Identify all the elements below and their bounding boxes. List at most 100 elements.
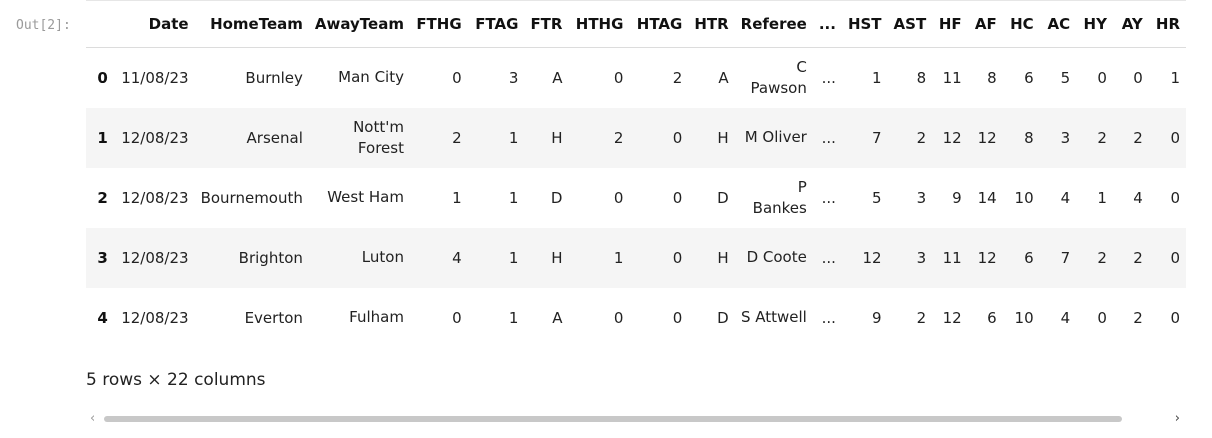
scroll-right-arrow-icon[interactable]: › [1175,410,1180,428]
cell-referee: C Pawson [750,57,807,97]
cell-ay: 0 [1133,68,1143,87]
column-header-ay: AY [1112,1,1149,48]
cell-hf: 11 [942,68,962,87]
cell-hthg: 0 [613,308,624,327]
column-header-hst: HST [841,1,888,48]
cell-ftag: 3 [508,68,519,87]
row-index: 3 [97,248,108,267]
column-header-awayteam: AwayTeam [308,1,410,48]
cell-hf: 12 [942,128,962,147]
cell-awayteam: West Ham [327,188,404,206]
cell-hthg: 1 [613,248,624,267]
cell-htag: 0 [672,188,683,207]
cell-hy: 1 [1097,188,1107,207]
cell-hc: 10 [1014,308,1034,327]
cell-hy: 2 [1097,248,1107,267]
column-header-hc: HC [1002,1,1040,48]
cell-date: 12/08/23 [121,308,189,327]
cell-hst: 9 [872,308,882,327]
row-index: 4 [97,308,108,327]
cell-date: 11/08/23 [121,68,189,87]
cell-ellipsis: ... [821,128,836,147]
cell-ast: 3 [916,188,927,207]
cell-hometeam: Brighton [238,248,303,267]
row-index: 2 [97,188,108,207]
cell-hc: 10 [1014,188,1034,207]
column-header-hr: HR [1148,1,1186,48]
column-header-referee: Referee [734,1,813,48]
cell-hometeam: Burnley [245,68,303,87]
cell-ftag: 1 [508,188,519,207]
column-header-hometeam: HomeTeam [194,1,309,48]
header-row: Date HomeTeam AwayTeam FTHG FTAG FTR HTH… [86,1,1186,48]
column-header-af: AF [967,1,1003,48]
table-row: 3 12/08/23 Brighton Luton 4 1 H 1 0 H D … [86,227,1186,288]
cell-ac: 7 [1060,248,1071,267]
cell-date: 12/08/23 [121,248,189,267]
cell-ellipsis: ... [821,188,836,207]
cell-ay: 2 [1133,128,1143,147]
cell-hometeam: Arsenal [246,128,303,147]
cell-fthg: 0 [452,68,462,87]
cell-htr: H [717,248,729,267]
column-header-date: Date [113,1,195,48]
cell-af: 14 [977,188,997,207]
column-header-ast: AST [887,1,933,48]
cell-hr: 1 [1170,68,1180,87]
cell-ay: 2 [1133,248,1143,267]
cell-ast: 8 [916,68,927,87]
column-header-hy: HY [1076,1,1113,48]
cell-ftr: A [552,68,563,87]
cell-ac: 4 [1060,188,1071,207]
cell-hometeam: Bournemouth [200,188,303,207]
cell-ac: 4 [1060,308,1071,327]
cell-ftag: 1 [508,308,519,327]
cell-af: 6 [987,308,997,327]
cell-awayteam: Luton [361,248,404,266]
cell-hst: 7 [872,128,882,147]
cell-referee: M Oliver [744,128,807,146]
cell-ac: 5 [1060,68,1071,87]
cell-hy: 2 [1097,128,1107,147]
output-prompt: Out[2]: [16,18,71,33]
column-header-htag: HTAG [629,1,689,48]
cell-hr: 0 [1170,128,1180,147]
cell-ftr: D [550,188,563,207]
cell-fthg: 2 [452,128,462,147]
cell-referee: P Bankes [752,177,807,217]
table-row: 4 12/08/23 Everton Fulham 0 1 A 0 0 D S … [86,288,1186,348]
cell-ellipsis: ... [821,68,836,87]
notebook-output-cell: Out[2]: Date HomeTeam AwayTeam FTHG FTAG… [0,0,1212,438]
column-header-index [86,1,114,48]
cell-htr: H [717,128,729,147]
cell-hf: 12 [942,308,962,327]
cell-ftag: 1 [508,248,519,267]
cell-hc: 6 [1024,68,1034,87]
cell-ay: 2 [1133,308,1143,327]
cell-fthg: 0 [452,308,462,327]
cell-hthg: 2 [613,128,624,147]
dataframe-viewport: Date HomeTeam AwayTeam FTHG FTAG FTR HTH… [86,0,1186,353]
cell-ellipsis: ... [821,308,836,327]
column-header-ftag: FTAG [467,1,525,48]
dataframe-table: Date HomeTeam AwayTeam FTHG FTAG FTR HTH… [86,1,1186,348]
cell-ast: 3 [916,248,927,267]
cell-referee: D Coote [746,248,807,266]
cell-hst: 5 [872,188,882,207]
scrollbar-thumb[interactable] [104,416,1122,422]
cell-hr: 0 [1170,248,1180,267]
cell-hf: 11 [942,248,962,267]
cell-htag: 0 [672,308,683,327]
scroll-left-arrow-icon[interactable]: ‹ [90,410,95,428]
column-header-ellipsis: ... [812,1,842,48]
cell-htag: 2 [672,68,683,87]
cell-ftag: 1 [508,128,519,147]
cell-af: 12 [977,248,997,267]
cell-htr: D [717,308,729,327]
horizontal-scrollbar[interactable]: ‹ › [86,410,1186,428]
cell-hc: 8 [1024,128,1034,147]
cell-date: 12/08/23 [121,188,189,207]
cell-ftr: A [552,308,563,327]
cell-hf: 9 [952,188,962,207]
cell-af: 8 [987,68,997,87]
